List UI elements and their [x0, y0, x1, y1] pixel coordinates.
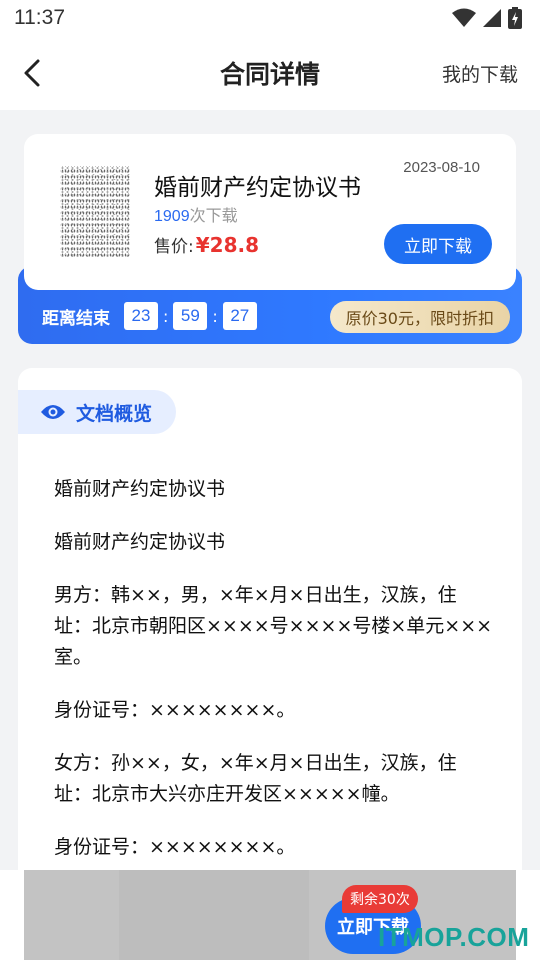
status-bar: 11:37 [0, 0, 540, 36]
battery-icon [508, 7, 522, 29]
document-date: 2023-08-10 [403, 159, 480, 176]
my-downloads-link[interactable]: 我的下载 [442, 60, 518, 87]
chevron-left-icon [24, 59, 40, 87]
preview-paragraph: 男方：韩××，男，×年×月×日出生，汉族，住址：北京市朝阳区××××号××××号… [54, 584, 493, 668]
countdown-separator: : [163, 306, 169, 326]
preview-paragraph: 婚前财产约定协议书 [54, 531, 226, 553]
back-button[interactable] [18, 58, 48, 88]
navigation-bar: 合同详情 我的下载 [0, 36, 540, 110]
download-now-button[interactable]: 立即下载 [384, 224, 492, 264]
preview-paragraph: 女方：孙××，女，×年×月×日出生，汉族，住址：北京市大兴亦庄开发区×××××幢… [54, 752, 457, 805]
countdown-minutes: 59 [173, 302, 208, 330]
document-thumbnail[interactable] [60, 166, 130, 258]
status-icons [452, 7, 522, 29]
price-value: ¥28.8 [195, 233, 259, 257]
download-count-number: 1909 [154, 208, 190, 225]
tab-document-overview[interactable]: 文档概览 [18, 390, 176, 434]
preview-paragraph: 婚前财产约定协议书 [54, 478, 226, 500]
document-preview-text: 婚前财产约定协议书 婚前财产约定协议书 男方：韩××，男，×年×月×日出生，汉族… [54, 474, 494, 885]
page-title: 合同详情 [219, 60, 320, 89]
remaining-count-badge: 剩余30次 [342, 885, 418, 913]
wifi-icon [452, 8, 476, 27]
countdown-seconds: 27 [222, 302, 257, 330]
discount-badge: 原价30元，限时折扣 [329, 301, 510, 333]
countdown: 距离结束 23 : 59 : 27 [42, 302, 257, 330]
document-preview-card: 文档概览 婚前财产约定协议书 婚前财产约定协议书 男方：韩××，男，×年×月×日… [18, 368, 522, 888]
download-count: 1909次下载 [154, 202, 238, 226]
bottom-bar-placeholder-dark [119, 870, 309, 960]
site-watermark: ITMOP.COM [378, 922, 530, 952]
product-card: 婚前财产约定协议书 2023-08-10 1909次下载 售价: ¥28.8 立… [24, 134, 516, 290]
download-count-suffix: 次下载 [189, 206, 238, 225]
status-time: 11:37 [14, 6, 65, 29]
document-title: 婚前财产约定协议书 [154, 175, 361, 201]
countdown-label: 距离结束 [42, 308, 110, 329]
preview-paragraph: 身份证号：××××××××。 [54, 699, 296, 721]
price-label: 售价: [154, 237, 194, 257]
preview-paragraph: 身份证号：××××××××。 [54, 836, 296, 858]
eye-icon [41, 405, 65, 419]
signal-icon [483, 9, 501, 27]
countdown-separator: : [212, 306, 218, 326]
countdown-hours: 23 [124, 302, 158, 330]
overview-label: 文档概览 [76, 402, 153, 425]
price-row: 售价: ¥28.8 [154, 232, 259, 257]
